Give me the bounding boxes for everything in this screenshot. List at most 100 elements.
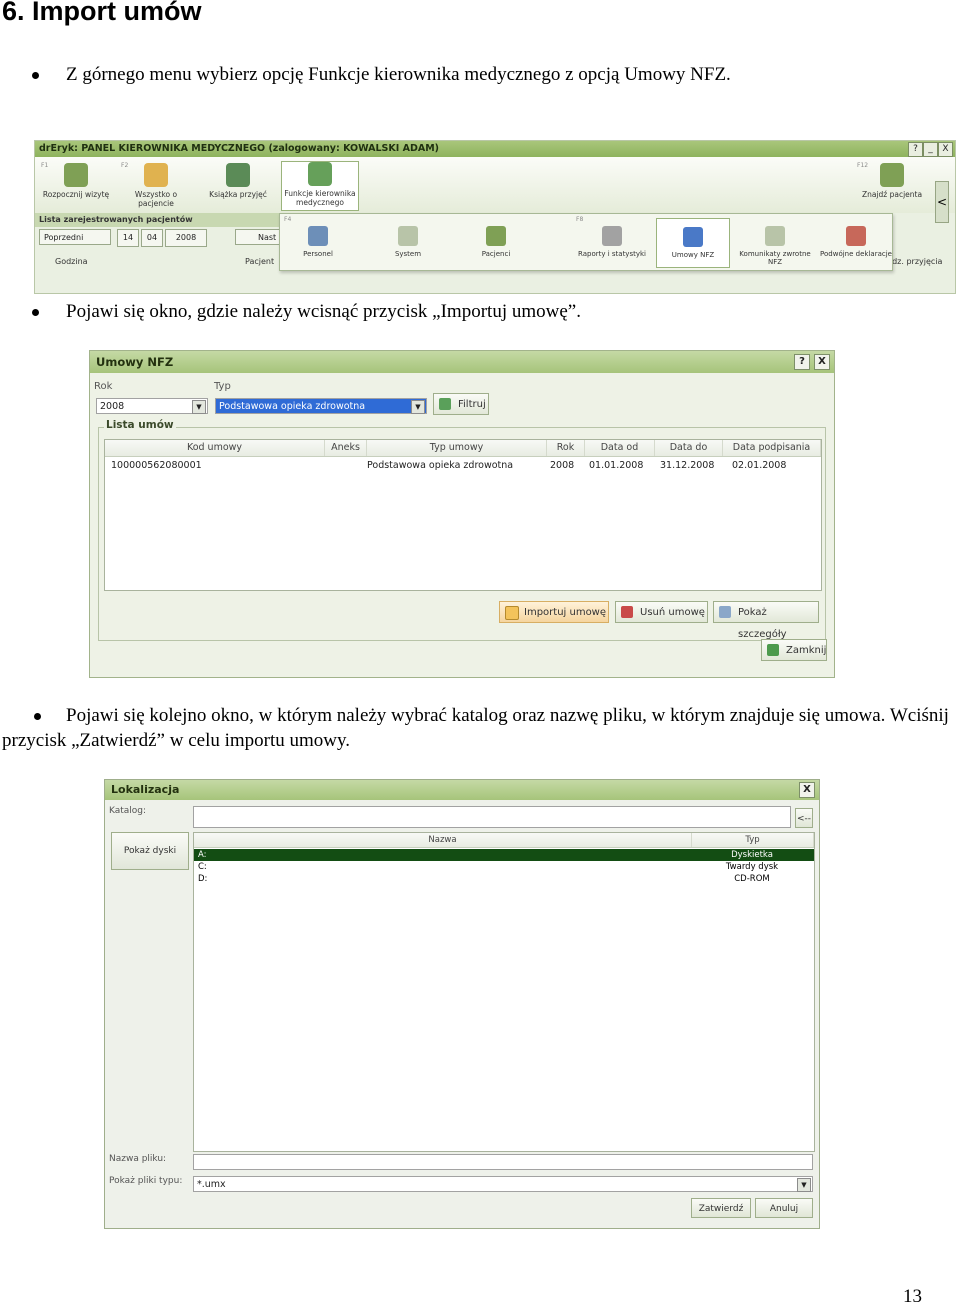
filetype-select[interactable]: *.umx ▼ bbox=[193, 1176, 813, 1192]
filename-label: Nazwa pliku: bbox=[109, 1154, 167, 1164]
page-number: 13 bbox=[903, 1286, 922, 1307]
date-navigation: Poprzedni 14 04 2008 Nast bbox=[35, 229, 285, 251]
import-contract-button[interactable]: Importuj umowę bbox=[499, 601, 609, 623]
staff-icon bbox=[308, 226, 328, 246]
column-type[interactable]: Typ bbox=[692, 833, 814, 847]
book-icon bbox=[226, 163, 250, 187]
show-details-button[interactable]: Pokaż szczegóły bbox=[713, 601, 819, 640]
manager-functions-button[interactable]: Funkcje kierownika medycznego bbox=[281, 161, 359, 211]
toolbar-ribbon: F1 F2 F12 Rozpocznij wizytę Wszystko o p… bbox=[35, 157, 955, 223]
bullet-2: Pojawi się okno, gdzie należy wcisnąć pr… bbox=[32, 299, 581, 324]
menu-item-nfz-messages[interactable]: Komunikaty zwrotne NFZ bbox=[734, 218, 816, 266]
menu-item-patients[interactable]: Pacjenci bbox=[460, 218, 532, 266]
column-contract-code[interactable]: Kod umowy bbox=[105, 440, 325, 456]
bullet-text: Z górnego menu wybierz opcję Funkcje kie… bbox=[66, 64, 731, 85]
contract-icon bbox=[683, 227, 703, 247]
bullet-text: Pojawi się kolejno okno, w którym należy… bbox=[2, 705, 949, 751]
contracts-table: Kod umowy Aneks Typ umowy Rok Data od Da… bbox=[104, 439, 822, 591]
menu-item-staff[interactable]: Personel bbox=[282, 218, 354, 266]
people-icon bbox=[64, 163, 88, 187]
year-label: Rok bbox=[94, 381, 113, 392]
chevron-down-icon: ▼ bbox=[411, 400, 425, 414]
catalog-field[interactable] bbox=[193, 806, 791, 828]
details-icon bbox=[719, 606, 731, 618]
year-select[interactable]: 2008 ▼ bbox=[96, 398, 208, 414]
start-visit-button[interactable]: Rozpocznij wizytę bbox=[41, 163, 111, 199]
cell-contract-code: 100000562080001 bbox=[111, 460, 202, 471]
bullet-3: Pojawi się kolejno okno, w którym należy… bbox=[2, 703, 952, 753]
bullet-dot-icon bbox=[34, 713, 41, 720]
column-date-to[interactable]: Data do bbox=[655, 440, 723, 456]
column-name[interactable]: Nazwa bbox=[194, 833, 692, 847]
menu-item-system[interactable]: System bbox=[372, 218, 444, 266]
window-title: Lokalizacja bbox=[105, 780, 819, 800]
close-button[interactable]: X bbox=[814, 354, 830, 370]
confirm-button[interactable]: Zatwierdź bbox=[691, 1198, 751, 1218]
filter-button[interactable]: Filtruj bbox=[433, 393, 489, 415]
menu-item-reports[interactable]: Raporty i statystyki bbox=[576, 218, 648, 266]
table-header: Kod umowy Aneks Typ umowy Rok Data od Da… bbox=[105, 440, 821, 457]
menu-item-double-declarations[interactable]: Podwójne deklaracje bbox=[820, 218, 892, 266]
column-year[interactable]: Rok bbox=[547, 440, 585, 456]
cell-year: 2008 bbox=[550, 460, 575, 471]
column-time: Godzina bbox=[55, 257, 88, 266]
reception-book-button[interactable]: Książka przyjęć bbox=[203, 163, 273, 199]
column-date-from[interactable]: Data od bbox=[585, 440, 655, 456]
bullet-1: Z górnego menu wybierz opcję Funkcje kie… bbox=[32, 62, 731, 87]
column-contract-type[interactable]: Typ umowy bbox=[367, 440, 547, 456]
list-item[interactable]: A: Dyskietka bbox=[194, 849, 814, 861]
patient-list-header: Lista zarejestrowanych pacjentów bbox=[35, 213, 289, 227]
day-field[interactable]: 14 bbox=[117, 229, 139, 247]
delete-contract-button[interactable]: Usuń umowę bbox=[615, 601, 708, 623]
folder-icon bbox=[144, 163, 168, 187]
catalog-label: Katalog: bbox=[109, 806, 147, 816]
screenshot-location-window: Lokalizacja X Katalog: <-- Pokaż dyski N… bbox=[104, 779, 820, 1229]
bullet-dot-icon bbox=[32, 309, 39, 316]
column-patient: Pacjent bbox=[245, 257, 275, 266]
menu-item-nfz-contracts[interactable]: Umowy NFZ bbox=[656, 218, 730, 268]
month-field[interactable]: 04 bbox=[141, 229, 163, 247]
manager-icon bbox=[308, 162, 332, 186]
contracts-group-title: Lista umów bbox=[104, 419, 176, 431]
find-patient-button[interactable]: Znajdź pacjenta bbox=[857, 163, 927, 199]
filter-icon bbox=[439, 398, 451, 410]
chevron-down-icon: ▼ bbox=[797, 1178, 811, 1192]
help-button[interactable]: ? bbox=[794, 354, 810, 370]
checkmark-icon bbox=[767, 644, 779, 656]
search-patient-icon bbox=[880, 163, 904, 187]
list-item[interactable]: D: CD-ROM bbox=[194, 873, 814, 885]
cancel-button[interactable]: Anuluj bbox=[755, 1198, 813, 1218]
column-signing-date[interactable]: Data podpisania bbox=[723, 440, 821, 456]
type-label: Typ bbox=[214, 381, 231, 392]
collapse-arrow-icon[interactable]: < bbox=[935, 181, 949, 223]
minimize-button[interactable]: _ bbox=[923, 142, 938, 157]
close-button[interactable]: X bbox=[799, 782, 815, 798]
show-disks-button[interactable]: Pokaż dyski bbox=[111, 832, 189, 870]
bullet-text: Pojawi się okno, gdzie należy wcisnąć pr… bbox=[66, 301, 581, 322]
next-day-button[interactable]: Nast bbox=[235, 229, 281, 245]
column-annex[interactable]: Aneks bbox=[325, 440, 367, 456]
manager-functions-dropdown: F4 F8 Personel System Pacjenci Raporty i… bbox=[279, 213, 893, 271]
parent-folder-button[interactable]: <-- bbox=[795, 808, 813, 828]
close-button[interactable]: X bbox=[938, 142, 953, 157]
chevron-down-icon: ▼ bbox=[192, 400, 206, 414]
reports-icon bbox=[602, 226, 622, 246]
patient-info-button[interactable]: Wszystko o pacjencie bbox=[125, 163, 187, 208]
previous-day-button[interactable]: Poprzedni bbox=[39, 229, 111, 245]
cell-contract-type: Podstawowa opieka zdrowotna bbox=[367, 460, 514, 471]
close-window-button[interactable]: Zamknij bbox=[761, 639, 827, 661]
filename-field[interactable] bbox=[193, 1154, 813, 1170]
declarations-icon bbox=[846, 226, 866, 246]
cell-date-to: 31.12.2008 bbox=[660, 460, 715, 471]
messages-icon bbox=[765, 226, 785, 246]
window-title: Umowy NFZ bbox=[90, 351, 834, 373]
screenshot-top-menu: drEryk: PANEL KIEROWNIKA MEDYCZNEGO (zal… bbox=[34, 140, 956, 294]
list-item[interactable]: C: Twardy dysk bbox=[194, 861, 814, 873]
type-select[interactable]: Podstawowa opieka zdrowotna ▼ bbox=[215, 398, 427, 414]
system-icon bbox=[398, 226, 418, 246]
help-button[interactable]: ? bbox=[908, 142, 923, 157]
plus-icon bbox=[505, 606, 519, 620]
cell-date-from: 01.01.2008 bbox=[589, 460, 644, 471]
cell-signing-date: 02.01.2008 bbox=[732, 460, 787, 471]
year-field[interactable]: 2008 bbox=[165, 229, 207, 247]
